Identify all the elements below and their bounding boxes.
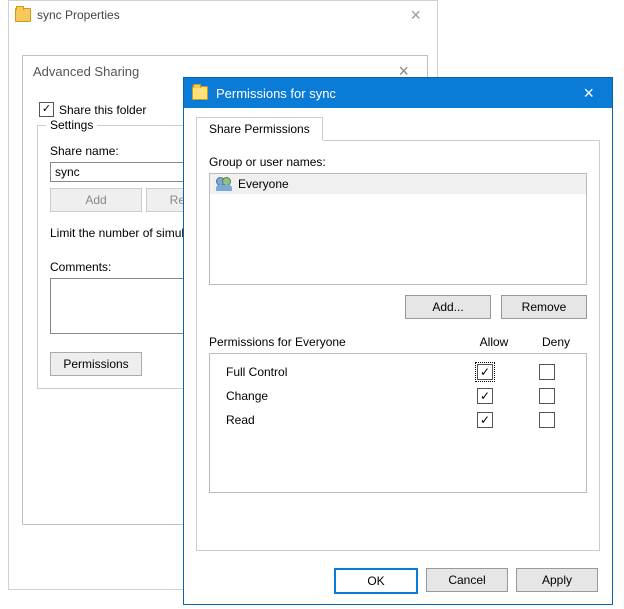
group-user-listbox[interactable]: Everyone — [209, 173, 587, 285]
permission-row: Change ✓ — [218, 384, 578, 408]
folder-icon — [192, 86, 208, 100]
close-icon[interactable]: × — [400, 5, 431, 26]
cancel-button[interactable]: Cancel — [426, 568, 508, 592]
allow-checkbox[interactable]: ✓ — [477, 412, 493, 428]
remove-user-button[interactable]: Remove — [501, 295, 587, 319]
permissions-list: Full Control ✓ Change ✓ Read ✓ — [209, 353, 587, 493]
share-this-folder-label: Share this folder — [59, 103, 146, 117]
allow-column-header: Allow — [463, 335, 525, 349]
permissions-title: Permissions for sync — [216, 86, 336, 101]
permissions-for-label: Permissions for Everyone — [209, 335, 463, 349]
list-item[interactable]: Everyone — [210, 174, 586, 194]
permission-name: Read — [218, 413, 454, 427]
permissions-window: Permissions for sync × Share Permissions… — [183, 77, 613, 605]
permission-name: Change — [218, 389, 454, 403]
permissions-titlebar[interactable]: Permissions for sync × — [184, 78, 612, 108]
tab-share-permissions[interactable]: Share Permissions — [196, 117, 323, 141]
group-or-user-label: Group or user names: — [209, 155, 587, 169]
close-icon[interactable]: × — [573, 83, 604, 104]
folder-icon — [15, 8, 31, 22]
permissions-button[interactable]: Permissions — [50, 352, 142, 376]
properties-titlebar[interactable]: sync Properties × — [9, 1, 437, 29]
deny-checkbox[interactable] — [539, 412, 555, 428]
deny-column-header: Deny — [525, 335, 587, 349]
deny-checkbox[interactable] — [539, 388, 555, 404]
advanced-sharing-title: Advanced Sharing — [33, 64, 139, 79]
checkbox-icon: ✓ — [39, 102, 54, 117]
allow-checkbox[interactable]: ✓ — [477, 388, 493, 404]
permission-row: Read ✓ — [218, 408, 578, 432]
list-item-label: Everyone — [238, 177, 289, 191]
permission-name: Full Control — [218, 365, 454, 379]
tab-bar: Share Permissions — [196, 116, 600, 141]
add-user-button[interactable]: Add... — [405, 295, 491, 319]
share-permissions-panel: Group or user names: Everyone Add... Rem… — [196, 141, 600, 551]
settings-legend: Settings — [46, 118, 97, 132]
apply-button[interactable]: Apply — [516, 568, 598, 592]
ok-button[interactable]: OK — [334, 568, 418, 594]
users-icon — [216, 177, 232, 191]
properties-title: sync Properties — [37, 8, 120, 22]
permission-row: Full Control ✓ — [218, 360, 578, 384]
add-share-button[interactable]: Add — [50, 188, 142, 212]
deny-checkbox[interactable] — [539, 364, 555, 380]
allow-checkbox[interactable]: ✓ — [477, 364, 493, 380]
